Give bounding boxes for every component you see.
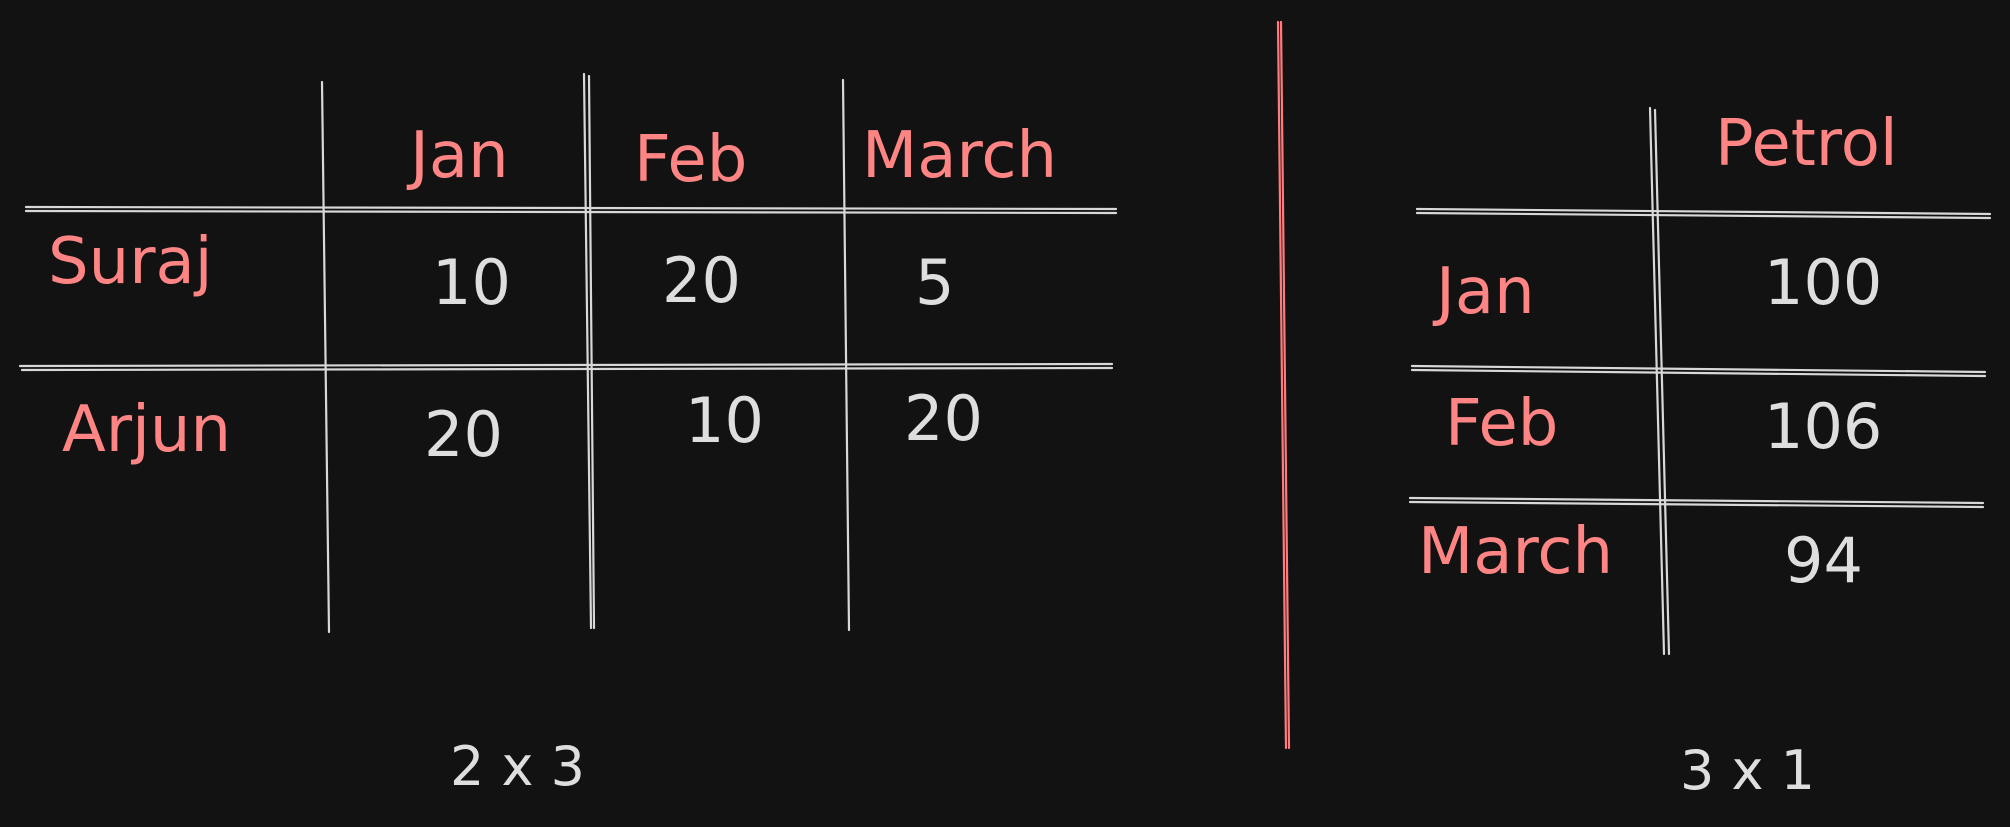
- right-grid-line-row2: [1408, 496, 1985, 509]
- left-grid-line-row: [18, 362, 1114, 372]
- left-cell-arjun-march: 20: [904, 382, 983, 455]
- right-row-label-jan: Jan: [1436, 255, 1535, 329]
- left-cell-suraj-jan: 10: [432, 246, 511, 319]
- left-cell-arjun-feb: 10: [685, 384, 764, 457]
- right-table-dimension: 3 x 1: [1680, 739, 1815, 802]
- left-grid-line-col3: [841, 78, 851, 632]
- left-grid-line-col2: [582, 72, 596, 630]
- right-grid-line-row1: [1410, 364, 1987, 378]
- left-row-label-suraj: Suraj: [48, 225, 213, 299]
- left-row-label-arjun: Arjun: [62, 393, 231, 467]
- left-table-dimension: 2 x 3: [450, 735, 585, 798]
- right-cell-jan-petrol: 100: [1764, 246, 1883, 319]
- right-col-header-petrol: Petrol: [1715, 107, 1898, 181]
- left-grid-line-col1: [320, 80, 331, 634]
- left-col-header-jan: Jan: [410, 119, 509, 193]
- left-cell-suraj-march: 5: [915, 246, 955, 319]
- right-row-label-march: March: [1418, 515, 1614, 589]
- right-grid-line-col: [1648, 106, 1671, 656]
- right-row-label-feb: Feb: [1445, 387, 1559, 461]
- right-cell-march-petrol: 94: [1784, 524, 1863, 597]
- left-cell-suraj-feb: 20: [662, 244, 741, 317]
- section-divider: [1276, 20, 1291, 750]
- left-col-header-march: March: [862, 119, 1058, 193]
- right-cell-feb-petrol: 106: [1764, 390, 1883, 463]
- right-grid-line-header: [1415, 207, 1992, 220]
- left-col-header-feb: Feb: [634, 123, 748, 197]
- left-cell-arjun-jan: 20: [424, 398, 503, 471]
- left-grid-line-header: [24, 205, 1118, 215]
